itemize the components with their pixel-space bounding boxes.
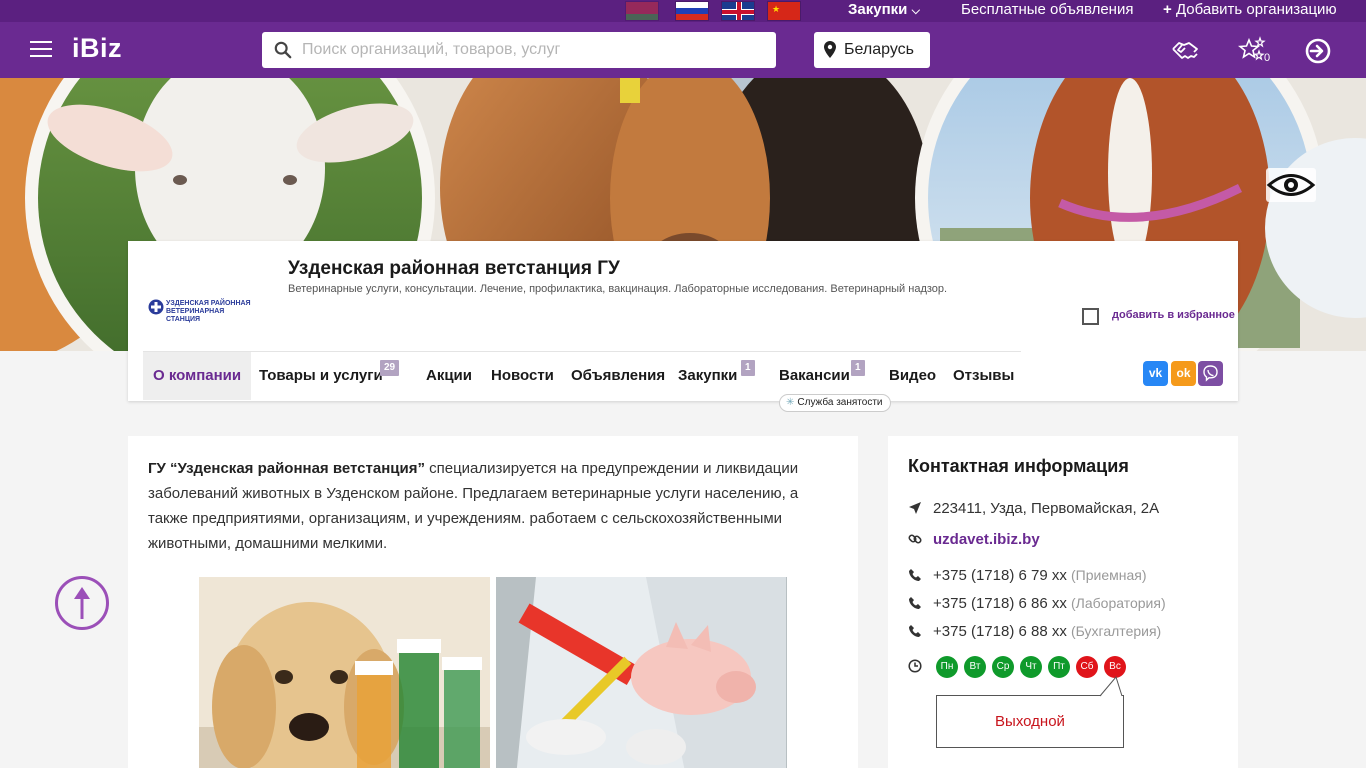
company-card: УЗДЕНСКАЯ РАЙОННАЯ ВЕТЕРИНАРНАЯ СТАНЦИЯ … bbox=[128, 241, 1238, 412]
tab-reviews[interactable]: Отзывы bbox=[953, 352, 1014, 400]
website-link[interactable]: uzdavet.ibiz.by bbox=[933, 531, 1040, 548]
phone-note: (Бухгалтерия) bbox=[1071, 623, 1162, 639]
tab-about[interactable]: О компании bbox=[143, 352, 252, 400]
arrow-up-icon bbox=[74, 587, 90, 619]
about-section: ГУ “Узденская районная ветстанция” специ… bbox=[128, 436, 858, 768]
weekday-mon[interactable]: Пн bbox=[936, 656, 958, 678]
site-logo[interactable]: iBiz bbox=[72, 33, 122, 64]
tab-promotions[interactable]: Акции bbox=[426, 352, 472, 400]
search-box bbox=[262, 32, 776, 68]
phone-number[interactable]: +375 (1718) 6 88 xx bbox=[933, 623, 1067, 640]
belarus-flag-icon[interactable] bbox=[625, 1, 659, 21]
products-count-badge: 29 bbox=[380, 360, 400, 376]
favorites-count: 0 bbox=[1264, 52, 1271, 64]
company-description: Ветеринарные услуги, консультации. Лечен… bbox=[288, 283, 948, 295]
hamburger-menu-icon[interactable] bbox=[30, 41, 52, 57]
purchases-menu-label: Закупки bbox=[848, 1, 908, 18]
viber-icon bbox=[1203, 365, 1218, 382]
employment-service-tooltip[interactable]: ✳ Служба занятости bbox=[779, 394, 892, 412]
eye-icon[interactable] bbox=[1266, 168, 1316, 202]
chevron-down-icon: ⌵ bbox=[911, 5, 920, 17]
snowflake-icon: ✳ bbox=[786, 397, 795, 408]
contact-info-title: Контактная информация bbox=[908, 456, 1129, 476]
weekday-thu[interactable]: Чт bbox=[1020, 656, 1042, 678]
plus-icon: + bbox=[1163, 1, 1172, 18]
day-off-tooltip: Выходной bbox=[936, 695, 1124, 748]
purchases-count-badge: 1 bbox=[741, 360, 755, 376]
tab-purchases[interactable]: Закупки bbox=[678, 352, 737, 400]
russia-flag-icon[interactable] bbox=[675, 1, 709, 21]
uk-flag-icon[interactable] bbox=[721, 1, 755, 21]
vet-with-piglet-image bbox=[496, 577, 787, 768]
location-pin-icon bbox=[824, 41, 836, 58]
link-icon bbox=[908, 534, 922, 544]
contact-info-panel: Контактная информация 223411, Узда, Перв… bbox=[888, 436, 1238, 768]
dog-photo[interactable] bbox=[199, 577, 490, 768]
viber-share-button[interactable] bbox=[1198, 361, 1223, 386]
tab-products[interactable]: Товары и услуги bbox=[259, 352, 383, 400]
phone-number[interactable]: +375 (1718) 6 86 xx bbox=[933, 595, 1067, 612]
logo-line-1: УЗДЕНСКАЯ РАЙОННАЯ bbox=[166, 300, 251, 307]
logo-line-2: ВЕТЕРИНАРНАЯ СТАНЦИЯ bbox=[166, 308, 225, 323]
vet-cross-icon bbox=[148, 299, 164, 315]
ok-share-button[interactable]: ok bbox=[1171, 361, 1196, 386]
company-title: Узденская районная ветстанция ГУ bbox=[288, 258, 620, 279]
top-bar: ★ Закупки ⌵ Бесплатные объявления + Доба… bbox=[0, 0, 1366, 22]
login-icon[interactable] bbox=[1303, 36, 1333, 66]
weekday-sun[interactable]: Вс bbox=[1104, 656, 1126, 678]
tab-vacancies[interactable]: Вакансии bbox=[779, 352, 850, 400]
pig-photo[interactable] bbox=[496, 577, 787, 768]
add-favorite-checkbox[interactable] bbox=[1082, 308, 1099, 325]
phone-icon bbox=[909, 569, 921, 581]
dog-with-pills-image bbox=[199, 577, 490, 768]
region-label: Беларусь bbox=[844, 41, 914, 58]
tab-ads[interactable]: Объявления bbox=[571, 352, 665, 400]
add-organization-label: Добавить организацию bbox=[1175, 1, 1337, 18]
weekday-wed[interactable]: Ср bbox=[992, 656, 1014, 678]
free-ads-link[interactable]: Бесплатные объявления bbox=[961, 1, 1133, 18]
phone-note: (Лаборатория) bbox=[1071, 595, 1166, 611]
employment-service-label: Служба занятости bbox=[797, 397, 883, 408]
phone-icon bbox=[909, 625, 921, 637]
handshake-icon[interactable] bbox=[1170, 36, 1200, 66]
odnoklassniki-icon: ok bbox=[1176, 366, 1191, 380]
scroll-to-top-button[interactable] bbox=[55, 576, 109, 630]
phone-note: (Приемная) bbox=[1071, 567, 1147, 583]
add-organization-link[interactable]: + Добавить организацию bbox=[1163, 1, 1337, 18]
vk-share-button[interactable]: vk bbox=[1143, 361, 1168, 386]
region-selector[interactable]: Беларусь bbox=[814, 32, 930, 68]
tooltip-pointer bbox=[1099, 676, 1123, 697]
phone-icon bbox=[909, 597, 921, 609]
weekday-tue[interactable]: Вт bbox=[964, 656, 986, 678]
vk-icon: vk bbox=[1148, 366, 1163, 380]
about-text: ГУ “Узденская районная ветстанция” специ… bbox=[148, 456, 828, 556]
search-input[interactable] bbox=[302, 38, 762, 62]
main-header: iBiz Беларусь 0 bbox=[0, 22, 1366, 78]
tab-news[interactable]: Новости bbox=[491, 352, 554, 400]
clock-icon bbox=[908, 659, 922, 673]
add-favorite-label[interactable]: добавить в избранное bbox=[1112, 309, 1235, 321]
search-icon[interactable] bbox=[274, 41, 292, 59]
weekday-fri[interactable]: Пт bbox=[1048, 656, 1070, 678]
address-text: 223411, Узда, Первомайская, 2А bbox=[933, 500, 1160, 517]
phone-number[interactable]: +375 (1718) 6 79 xx bbox=[933, 567, 1067, 584]
company-logo: УЗДЕНСКАЯ РАЙОННАЯ ВЕТЕРИНАРНАЯ СТАНЦИЯ bbox=[144, 253, 252, 351]
china-flag-icon[interactable]: ★ bbox=[767, 1, 801, 21]
location-arrow-icon bbox=[909, 502, 921, 514]
weekday-sat[interactable]: Сб bbox=[1076, 656, 1098, 678]
tab-video[interactable]: Видео bbox=[889, 352, 936, 400]
vacancies-count-badge: 1 bbox=[851, 360, 865, 376]
about-lead: ГУ “Узденская районная ветстанция” bbox=[148, 460, 425, 477]
purchases-menu[interactable]: Закупки ⌵ bbox=[848, 1, 920, 18]
